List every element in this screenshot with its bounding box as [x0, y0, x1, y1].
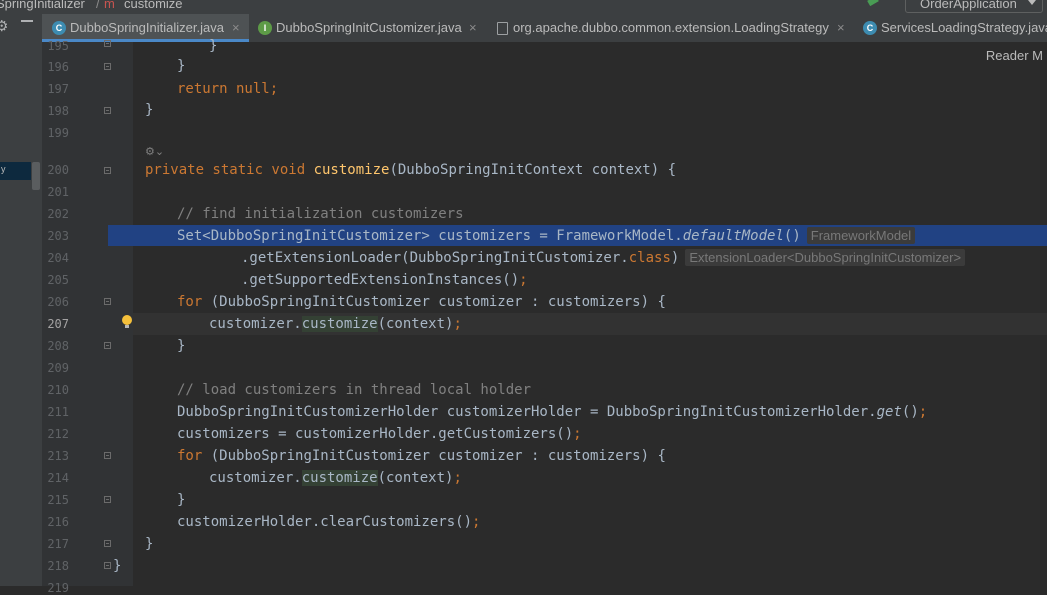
line-number: 217 [47, 537, 69, 551]
line-number-current: 207 [47, 317, 69, 331]
file-icon [497, 22, 508, 35]
inlay-type-hint: ExtensionLoader<DubboSpringInitCustomize… [685, 249, 966, 266]
breadcrumb-bar: SpringInitializer / m customize OrderApp… [0, 0, 1047, 14]
code-line: } [209, 38, 218, 54]
fold-marker[interactable] [104, 540, 111, 547]
breadcrumb-separator: / [96, 0, 100, 11]
tab-label: DubboSpringInitCustomizer.java [276, 20, 462, 35]
line-number: 209 [47, 361, 69, 375]
fold-marker[interactable] [104, 63, 111, 70]
line-number: 211 [47, 405, 69, 419]
chevron-down-icon [1028, 0, 1036, 5]
fold-marker[interactable] [104, 496, 111, 503]
breadcrumb-method[interactable]: customize [124, 0, 183, 11]
interface-icon: I [258, 21, 272, 35]
fold-marker[interactable] [104, 562, 111, 569]
code-line: } [177, 492, 186, 508]
line-number: 202 [47, 207, 69, 221]
inlay-type-hint: FrameworkModel [806, 227, 916, 244]
code-line: } [113, 558, 122, 574]
code-line: DubboSpringInitCustomizerHolder customiz… [177, 404, 928, 420]
reader-mode-label[interactable]: Reader M [986, 48, 1043, 63]
close-icon[interactable]: × [232, 14, 240, 42]
code-comment: // find initialization customizers [177, 206, 464, 222]
code-vision-icon[interactable]: ⚙⌄ [145, 145, 164, 158]
code-line: customizer.customize(context); [209, 470, 462, 486]
gear-icon[interactable]: ⚙ [0, 17, 8, 35]
code-comment: // load customizers in thread local hold… [177, 382, 532, 398]
line-number: 197 [47, 82, 69, 96]
code-line: private static void customize(DubboSprin… [145, 162, 677, 178]
fold-marker[interactable] [104, 40, 111, 47]
code-line: for (DubboSpringInitCustomizer customize… [177, 448, 666, 464]
line-number: 208 [47, 339, 69, 353]
code-line: customizers = customizerHolder.getCustom… [177, 426, 582, 442]
code-line: Set<DubboSpringInitCustomizer> customize… [177, 225, 916, 247]
method-icon: m [104, 0, 115, 11]
close-icon[interactable]: × [837, 14, 845, 42]
line-number: 219 [47, 581, 69, 595]
code-line: } [177, 58, 186, 74]
project-panel: y [0, 42, 43, 586]
tab-services-loading-strategy[interactable]: C ServicesLoadingStrategy.java [855, 14, 1047, 42]
line-number: 215 [47, 493, 69, 507]
line-number: 214 [47, 471, 69, 485]
code-line: } [145, 536, 154, 552]
code-line: .getSupportedExtensionInstances(); [241, 272, 528, 288]
fold-marker[interactable] [104, 452, 111, 459]
line-number: 212 [47, 427, 69, 441]
run-config-label: OrderApplication [920, 0, 1017, 11]
tab-dubbo-spring-init-customizer[interactable]: I DubboSpringInitCustomizer.java × [249, 14, 485, 42]
tab-loading-strategy[interactable]: org.apache.dubbo.common.extension.Loadin… [485, 14, 855, 42]
code-line: } [145, 102, 154, 118]
code-line: } [177, 338, 186, 354]
line-number: 196 [47, 60, 69, 74]
tab-label: org.apache.dubbo.common.extension.Loadin… [513, 20, 829, 35]
fold-marker[interactable] [104, 167, 111, 174]
class-icon: C [863, 21, 877, 35]
line-number: 218 [47, 559, 69, 573]
code-line: return null; [177, 81, 279, 97]
fold-marker[interactable] [104, 342, 111, 349]
line-number: 198 [47, 104, 69, 118]
tab-label: DubboSpringInitializer.java [70, 20, 224, 35]
minimize-icon[interactable] [21, 20, 33, 22]
code-line: customizerHolder.clearCustomizers(); [177, 514, 481, 530]
line-number: 200 [47, 163, 69, 177]
tab-dubbo-spring-initializer[interactable]: C DubboSpringInitializer.java × [42, 14, 249, 42]
line-number: 201 [47, 185, 69, 199]
line-number: 206 [47, 295, 69, 309]
code-line: for (DubboSpringInitCustomizer customize… [177, 294, 666, 310]
fold-marker[interactable] [104, 298, 111, 305]
tree-item-label: y [1, 164, 6, 174]
class-icon: C [52, 21, 66, 35]
code-line: customizer.customize(context); [209, 316, 462, 332]
project-tree-selected-item[interactable]: y [0, 162, 31, 180]
run-config-dropdown[interactable]: OrderApplication [905, 0, 1043, 13]
line-number: 213 [47, 449, 69, 463]
line-number: 199 [47, 126, 69, 140]
code-line: .getExtensionLoader(DubboSpringInitCusto… [241, 247, 966, 269]
line-number: 195 [47, 39, 69, 53]
close-icon[interactable]: × [469, 14, 477, 42]
fold-marker[interactable] [104, 107, 111, 114]
line-number: 204 [47, 251, 69, 265]
line-number: 216 [47, 515, 69, 529]
line-number: 210 [47, 383, 69, 397]
editor-tab-bar: C DubboSpringInitializer.java × I DubboS… [0, 14, 1047, 43]
line-number: 203 [47, 229, 69, 243]
line-number: 205 [47, 273, 69, 287]
editor-gutter: 195 196 197 198 199 200 201 202 203 204 … [42, 39, 133, 595]
build-icon[interactable] [867, 0, 879, 7]
tab-label: ServicesLoadingStrategy.java [881, 20, 1047, 35]
code-editor[interactable]: Reader M ⚙⌄ } } return null; } private s… [108, 38, 1047, 586]
lightbulb-icon[interactable] [122, 315, 132, 328]
project-panel-scrollbar[interactable] [32, 162, 40, 190]
breadcrumb-class[interactable]: SpringInitializer [0, 0, 85, 11]
